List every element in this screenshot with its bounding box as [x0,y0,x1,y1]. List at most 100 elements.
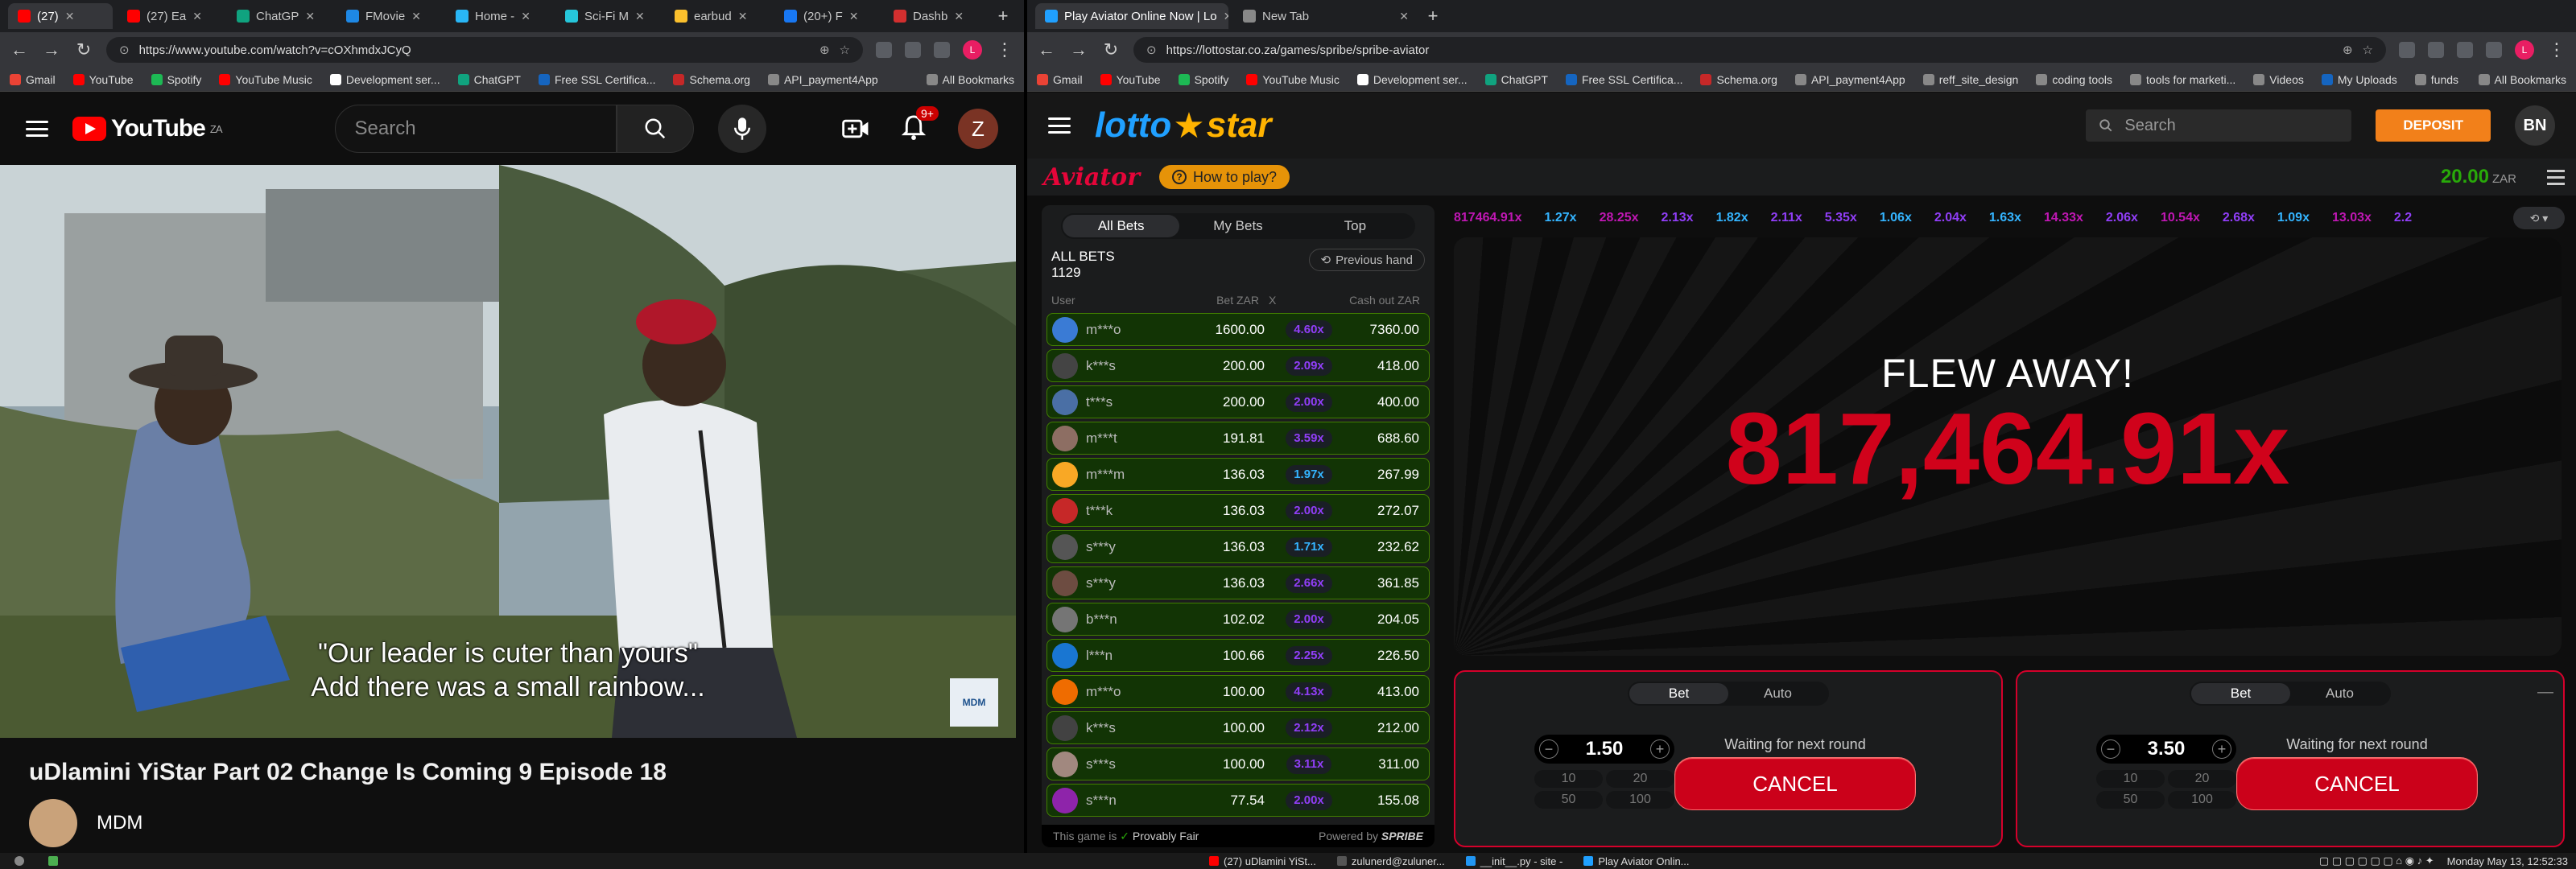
bookmark-item[interactable]: Spotify [151,73,201,86]
tab-auto[interactable]: Auto [2290,683,2389,704]
tab-my-bets[interactable]: My Bets [1179,215,1296,237]
bookmark-item[interactable]: My Uploads [2321,73,2397,86]
tab-item[interactable]: Home - ✕ [446,3,551,29]
channel-name[interactable]: MDM [97,812,142,834]
youtube-account-avatar[interactable]: Z [958,109,998,149]
panel-options-icon[interactable]: — [2537,683,2553,702]
history-multiplier[interactable]: 2.2 [2394,211,2412,225]
stake-stepper[interactable]: − 3.50 + [2096,735,2236,764]
bookmark-item[interactable]: API_payment4App [1794,73,1905,86]
all-bookmarks[interactable]: All Bookmarks [2478,73,2566,86]
bookmark-item[interactable]: Free SSL Certifica... [538,73,655,86]
youtube-search-input[interactable]: Search [334,105,617,153]
voice-search-button[interactable] [717,105,766,153]
channel-avatar[interactable] [29,799,77,847]
video-player[interactable]: "Our leader is cuter than yours" Add the… [0,165,1016,738]
history-multiplier[interactable]: 10.54x [2161,211,2200,225]
history-multiplier[interactable]: 1.09x [2277,211,2310,225]
bookmark-item[interactable]: ChatGPT [457,73,521,86]
deposit-button[interactable]: DEPOSIT [2376,109,2491,142]
bookmark-item[interactable]: YouTube [1100,73,1161,86]
tab-item[interactable]: Sci-Fi M ✕ [555,3,660,29]
how-to-play-button[interactable]: ? How to play? [1159,165,1290,189]
tab-item[interactable]: (20+) F ✕ [774,3,879,29]
create-video-icon[interactable] [842,117,869,140]
tab-item[interactable]: New Tab ✕ [1233,3,1418,29]
activities-icon[interactable] [8,853,31,869]
provably-fair-link[interactable]: Provably Fair [1133,830,1199,842]
youtube-search-button[interactable] [616,105,694,153]
bookmark-item[interactable]: Gmail [1037,73,1083,86]
extension-icon[interactable] [2457,42,2473,58]
history-multiplier[interactable]: 2.06x [2106,211,2138,225]
forward-icon[interactable]: → [1069,39,1088,60]
history-toggle-button[interactable]: ⟲ ▾ [2513,207,2565,229]
quick-stake-button[interactable]: 50 [2096,791,2165,809]
taskbar-item[interactable]: zulunerd@zuluner... [1331,853,1451,869]
tab-item[interactable]: earbud ✕ [665,3,770,29]
history-multiplier[interactable]: 2.13x [1662,211,1694,225]
all-bookmarks[interactable]: All Bookmarks [926,73,1014,86]
site-info-icon[interactable]: ⊙ [1146,43,1157,57]
bookmark-item[interactable]: ChatGPT [1484,73,1548,86]
bookmark-item[interactable]: Free SSL Certifica... [1565,73,1682,86]
new-tab-icon[interactable]: + [1423,6,1443,27]
taskbar-item[interactable]: __init__.py - site - [1459,853,1570,869]
close-tab-icon[interactable]: ✕ [65,10,75,23]
taskbar-item[interactable]: Play Aviator Onlin... [1577,853,1695,869]
bookmark-item[interactable]: tools for marketi... [2130,73,2235,86]
hamburger-menu-icon[interactable] [1048,117,1071,134]
quick-stake-button[interactable]: 20 [2168,770,2236,788]
history-multiplier[interactable]: 1.63x [1989,211,2021,225]
tab-all-bets[interactable]: All Bets [1063,215,1180,237]
extension-icon[interactable] [905,42,921,58]
history-multiplier[interactable]: 2.04x [1934,211,1967,225]
tab-item[interactable]: Dashb ✕ [884,3,989,29]
tray-icons[interactable]: ▢ ▢ ▢ ▢ ▢ ▢ ⌂ ◉ ♪ ✦ [2319,855,2434,867]
profile-avatar[interactable]: L [2515,40,2534,60]
user-avatar[interactable]: BN [2515,105,2555,146]
tab-item[interactable]: (27) ✕ [8,3,113,29]
close-tab-icon[interactable]: ✕ [635,10,645,23]
history-multiplier[interactable]: 2.68x [2223,211,2255,225]
bookmark-item[interactable]: YouTube Music [1246,73,1340,86]
stake-value[interactable]: 3.50 [2148,738,2186,760]
tab-item[interactable]: ChatGP ✕ [227,3,332,29]
quick-stake-button[interactable]: 20 [1606,770,1674,788]
bookmark-item[interactable]: reff_site_design [1922,73,2018,86]
hamburger-menu-icon[interactable] [26,121,48,137]
history-multiplier[interactable]: 817464.91x [1454,211,1522,225]
quick-stake-button[interactable]: 100 [2168,791,2236,809]
bookmark-item[interactable]: coding tools [2036,73,2112,86]
history-multiplier[interactable]: 5.35x [1825,211,1857,225]
aviator-menu-icon[interactable] [2536,159,2576,196]
minus-icon[interactable]: − [1539,739,1558,759]
bookmark-item[interactable]: funds [2414,73,2458,86]
cancel-button[interactable]: CANCEL [1674,757,1916,810]
bookmark-item[interactable]: Videos [2253,73,2304,86]
tab-bet[interactable]: Bet [2191,683,2290,704]
zoom-icon[interactable]: ⊕ [2343,43,2353,57]
puzzle-icon[interactable] [934,42,950,58]
history-multiplier[interactable]: 1.06x [1880,211,1912,225]
close-tab-icon[interactable]: ✕ [1224,10,1228,23]
menu-kebab-icon[interactable]: ⋮ [2547,39,2566,60]
back-icon[interactable]: ← [10,39,29,60]
profile-avatar[interactable]: L [963,40,982,60]
history-multiplier[interactable]: 28.25x [1600,211,1639,225]
menu-kebab-icon[interactable]: ⋮ [995,39,1014,60]
bookmark-item[interactable]: Development ser... [329,73,440,86]
zoom-icon[interactable]: ⊕ [819,43,830,57]
left-address-bar[interactable]: ⊙ https://www.youtube.com/watch?v=cOXhmd… [106,37,863,63]
extension-icon[interactable] [876,42,892,58]
bookmark-item[interactable]: Schema.org [1700,73,1777,86]
close-tab-icon[interactable]: ✕ [849,10,859,23]
tab-item[interactable]: Play Aviator Online Now | Lo ✕ [1035,3,1228,29]
puzzle-icon[interactable] [2486,42,2502,58]
tab-top[interactable]: Top [1297,215,1414,237]
previous-hand-button[interactable]: ⟲ Previous hand [1308,249,1425,271]
history-multiplier[interactable]: 1.82x [1716,211,1748,225]
history-multiplier[interactable]: 1.27x [1545,211,1577,225]
back-icon[interactable]: ← [1037,39,1056,60]
close-tab-icon[interactable]: ✕ [411,10,421,23]
